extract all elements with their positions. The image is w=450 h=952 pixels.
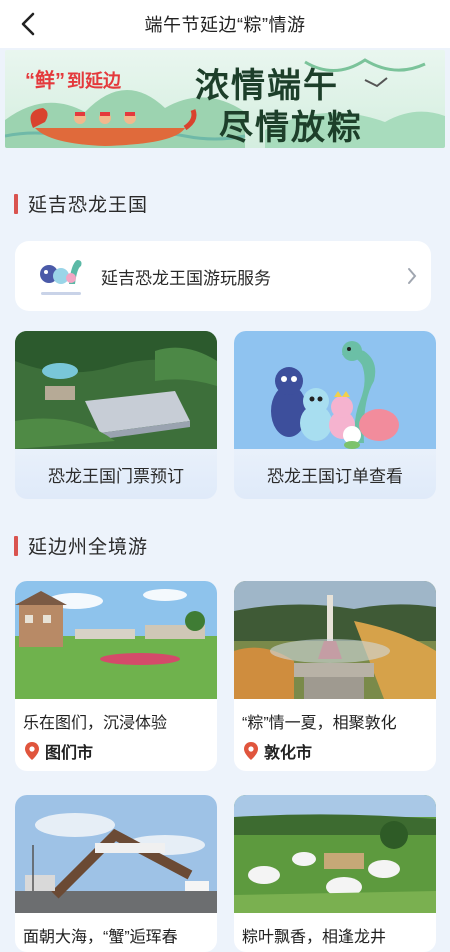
order-view-card[interactable]: 恐龙王国订单查看 xyxy=(234,331,436,499)
tour-card-hunchun[interactable]: 面朝大海，“蟹”逅珲春 xyxy=(15,795,217,952)
promo-banner[interactable]: “鲜” 到延边 浓情端午 尽情放粽 xyxy=(5,50,445,148)
tour-card-tumen[interactable]: 乐在图们，沉浸体验 图们市 xyxy=(15,581,217,771)
tour-title: 面朝大海，“蟹”逅珲春 xyxy=(23,929,178,946)
section-title: 延边州全境游 xyxy=(28,537,149,558)
location-text: 敦化市 xyxy=(264,745,313,762)
nav-bar: 端午节延边“粽”情游 xyxy=(0,0,450,48)
tour-title: “粽”情一夏，相聚敦化 xyxy=(242,715,397,732)
hunchun-gate-image xyxy=(15,795,217,913)
tour-title: 粽叶飘香，相逢龙井 xyxy=(242,929,387,946)
section-accent-bar xyxy=(14,535,18,556)
chevron-left-icon xyxy=(21,12,35,36)
feature-label: 恐龙王国订单查看 xyxy=(267,466,403,486)
dinosaur-service-card[interactable]: 延吉恐龙王国游玩服务 xyxy=(15,241,431,311)
park-aerial-image xyxy=(15,331,217,449)
banner-slogan: “鲜” 到延边 xyxy=(25,70,121,92)
service-label: 延吉恐龙王国游玩服务 xyxy=(101,268,271,288)
tour-location: 图们市 xyxy=(25,739,93,763)
location-pin-icon xyxy=(244,742,258,760)
chevron-right-icon xyxy=(408,268,417,284)
dinosaur-mascots-image xyxy=(234,331,436,449)
dunhua-temple-image xyxy=(234,581,436,699)
section-accent-bar xyxy=(14,193,18,214)
page-title: 端午节延边“粽”情游 xyxy=(144,15,306,35)
feature-label: 恐龙王国门票预订 xyxy=(48,466,184,486)
section-title: 延吉恐龙王国 xyxy=(28,195,149,216)
tumen-village-image xyxy=(15,581,217,699)
tour-title: 乐在图们，沉浸体验 xyxy=(23,715,168,732)
location-text: 图们市 xyxy=(45,745,94,762)
longjing-tents-image xyxy=(234,795,436,913)
section-header-dinosaur-kingdom: 延吉恐龙王国 xyxy=(14,190,148,217)
back-button[interactable] xyxy=(12,8,44,40)
tour-card-longjing[interactable]: 粽叶飘香，相逢龙井 xyxy=(234,795,436,952)
banner-headline-2: 尽情放粽 xyxy=(219,108,363,148)
section-header-yanbian-tour: 延边州全境游 xyxy=(14,532,148,559)
tour-card-dunhua[interactable]: “粽”情一夏，相聚敦化 敦化市 xyxy=(234,581,436,771)
location-pin-icon xyxy=(25,742,39,760)
main-content: “鲜” 到延边 浓情端午 尽情放粽 延吉恐龙王国 延吉恐龙王国游玩服务 恐龙王国… xyxy=(0,48,450,952)
ticket-booking-card[interactable]: 恐龙王国门票预订 xyxy=(15,331,217,499)
tour-location: 敦化市 xyxy=(244,739,312,763)
dinosaur-logo-icon xyxy=(40,260,82,295)
